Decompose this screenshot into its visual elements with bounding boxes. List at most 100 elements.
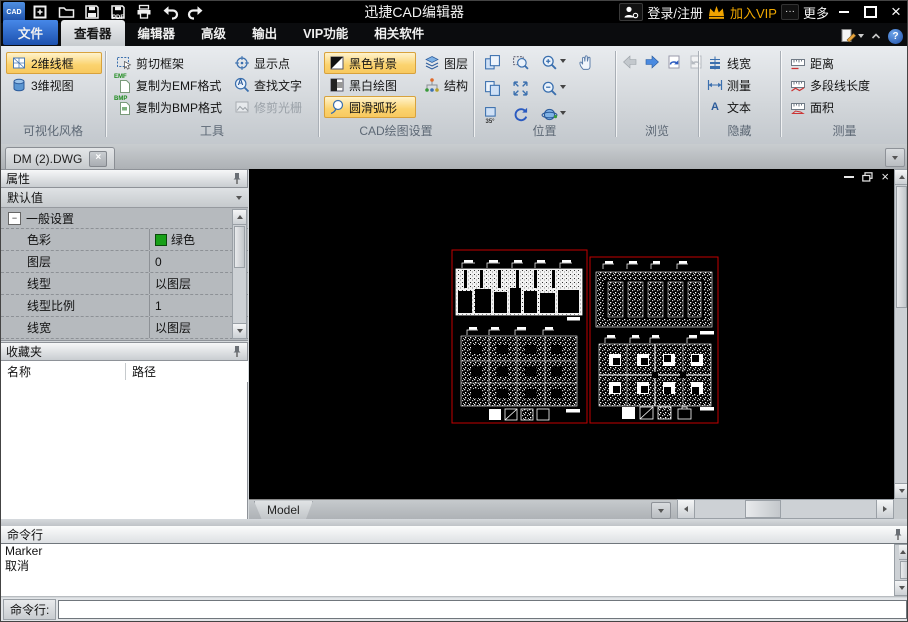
ribbon-btn-find-text[interactable]: A 查找文字 xyxy=(229,74,307,96)
menu-output[interactable]: 输出 xyxy=(239,20,290,46)
orbit-dropdown-arrow[interactable] xyxy=(560,111,566,115)
position-btn-rotate-35[interactable]: 35° xyxy=(481,104,503,124)
more-link[interactable]: 更多 xyxy=(803,3,829,22)
property-row[interactable]: 线型 以图层 xyxy=(1,273,248,295)
menu-editor[interactable]: 编辑器 xyxy=(125,20,189,46)
scroll-right-button[interactable] xyxy=(876,500,893,518)
menu-viewer[interactable]: 查看器 xyxy=(61,20,125,46)
scroll-down-button[interactable] xyxy=(895,483,908,498)
scroll-left-button[interactable] xyxy=(678,500,695,518)
collapse-minus-icon[interactable]: − xyxy=(8,212,21,225)
property-row[interactable]: 线宽 以图层 xyxy=(1,317,248,339)
model-bar-dropdown-button[interactable] xyxy=(651,502,671,519)
undo-button[interactable] xyxy=(157,2,183,22)
position-btn-paste-view[interactable] xyxy=(481,78,503,98)
tabbar-dropdown-button[interactable] xyxy=(885,148,905,167)
position-btn-zoom-in[interactable] xyxy=(538,52,560,72)
canvas-minimize-button[interactable] xyxy=(844,176,854,178)
position-btn-3d-orbit[interactable] xyxy=(538,104,560,124)
properties-preset-dropdown[interactable]: 默认值 xyxy=(1,188,248,208)
ribbon-btn-3d-view[interactable]: 3维视图 xyxy=(6,74,102,96)
annotate-button[interactable] xyxy=(840,28,864,44)
hide-btn-linewidth[interactable]: 线宽 xyxy=(702,52,756,74)
browse-btn-forward[interactable] xyxy=(641,52,663,72)
save-button[interactable] xyxy=(79,2,105,22)
scroll-down-button[interactable] xyxy=(895,580,908,595)
menu-vip[interactable]: VIP功能 xyxy=(290,20,361,46)
scroll-up-button[interactable] xyxy=(895,170,908,185)
redo-button[interactable] xyxy=(183,2,209,22)
command-history[interactable]: Marker 取消 xyxy=(1,544,908,597)
maximize-button[interactable] xyxy=(859,3,881,21)
pin-icon[interactable] xyxy=(232,172,242,186)
scroll-down-button[interactable] xyxy=(233,323,246,338)
scroll-thumb[interactable] xyxy=(896,186,907,308)
minimize-button[interactable] xyxy=(833,3,855,21)
more-dots-icon[interactable]: ··· xyxy=(781,4,799,20)
command-history-scrollbar[interactable] xyxy=(894,544,908,596)
ribbon-btn-show-point[interactable]: 显示点 xyxy=(229,52,295,74)
ribbon-btn-cut-frame[interactable]: 剪切框架 xyxy=(111,52,189,74)
zoom-in-dropdown-arrow[interactable] xyxy=(560,59,566,63)
pin-icon[interactable] xyxy=(893,528,903,542)
document-tab[interactable]: DM (2).DWG × xyxy=(5,147,115,169)
property-row[interactable]: 图层 0 xyxy=(1,251,248,273)
ribbon-btn-copy-bmp[interactable]: BMP 复制为BMP格式 xyxy=(111,96,227,118)
canvas-restore-button[interactable] xyxy=(862,172,873,182)
hide-btn-text[interactable]: A 文本 xyxy=(702,96,756,118)
position-btn-pan[interactable] xyxy=(575,52,597,72)
scroll-thumb[interactable] xyxy=(900,561,908,579)
join-vip-link[interactable]: 加入VIP xyxy=(730,3,777,22)
canvas-vertical-scrollbar[interactable] xyxy=(894,169,908,499)
help-button[interactable]: ? xyxy=(888,29,903,44)
position-btn-copy-view[interactable] xyxy=(481,52,503,72)
ribbon-btn-smooth-arc[interactable]: 圆滑弧形 xyxy=(324,96,416,118)
measure-btn-polyline-length[interactable]: 多段线长度 xyxy=(785,74,875,96)
ribbon-btn-structure[interactable]: 结构 xyxy=(419,74,473,96)
property-group-row[interactable]: − 一般设置 xyxy=(1,208,248,229)
pin-icon[interactable] xyxy=(232,345,242,359)
canvas-horizontal-scrollbar[interactable] xyxy=(677,499,894,519)
print-button[interactable] xyxy=(131,2,157,22)
menu-related[interactable]: 相关软件 xyxy=(361,20,437,46)
position-btn-rotate-view[interactable] xyxy=(509,104,531,124)
property-row[interactable]: 色彩 绿色 xyxy=(1,229,248,251)
browse-btn-previous-view[interactable] xyxy=(663,52,685,72)
save-as-pdf-button[interactable]: PDF xyxy=(105,2,131,22)
ribbon-btn-black-bg[interactable]: 黑色背景 xyxy=(324,52,416,74)
canvas-close-button[interactable]: × xyxy=(881,172,889,182)
app-logo-icon[interactable]: CAD xyxy=(3,2,25,22)
hide-btn-measure[interactable]: 测量 xyxy=(702,74,756,96)
properties-scrollbar[interactable] xyxy=(232,209,247,339)
position-btn-zoom-extents[interactable] xyxy=(509,78,531,98)
ribbon-btn-2d-wireframe[interactable]: 2维线框 xyxy=(6,52,102,74)
favorites-path-column[interactable]: 路径 xyxy=(126,363,156,380)
scroll-up-button[interactable] xyxy=(233,210,246,225)
collapse-ribbon-button[interactable] xyxy=(870,31,882,41)
menu-advanced[interactable]: 高级 xyxy=(188,20,239,46)
scroll-up-button[interactable] xyxy=(899,545,907,560)
measure-btn-distance[interactable]: 距离 xyxy=(785,52,839,74)
zoom-out-dropdown-arrow[interactable] xyxy=(560,85,566,89)
command-input[interactable] xyxy=(58,600,907,619)
favorites-list[interactable] xyxy=(1,382,248,519)
new-file-button[interactable] xyxy=(27,2,53,22)
position-btn-zoom-window[interactable] xyxy=(509,52,531,72)
menu-file[interactable]: 文件 xyxy=(3,20,58,45)
user-icon[interactable] xyxy=(619,3,643,21)
login-register-link[interactable]: 登录/注册 xyxy=(647,3,703,22)
ribbon-btn-copy-emf[interactable]: EMF 复制为EMF格式 xyxy=(111,74,226,96)
position-btn-zoom-out[interactable] xyxy=(538,78,560,98)
ribbon-btn-layers[interactable]: 图层 xyxy=(419,52,473,74)
close-button[interactable]: × xyxy=(885,3,907,21)
favorites-name-column[interactable]: 名称 xyxy=(1,363,126,380)
cad-canvas[interactable]: × xyxy=(249,169,894,499)
model-tab[interactable]: Model xyxy=(254,501,313,520)
scroll-thumb[interactable] xyxy=(234,226,245,268)
property-row[interactable]: 线型比例 1 xyxy=(1,295,248,317)
measure-btn-area[interactable]: 面积 xyxy=(785,96,839,118)
ribbon-btn-bw-drawing[interactable]: 黑白绘图 xyxy=(324,74,416,96)
scroll-thumb[interactable] xyxy=(745,500,781,518)
tab-close-icon[interactable]: × xyxy=(89,151,107,167)
open-file-button[interactable] xyxy=(53,2,79,22)
